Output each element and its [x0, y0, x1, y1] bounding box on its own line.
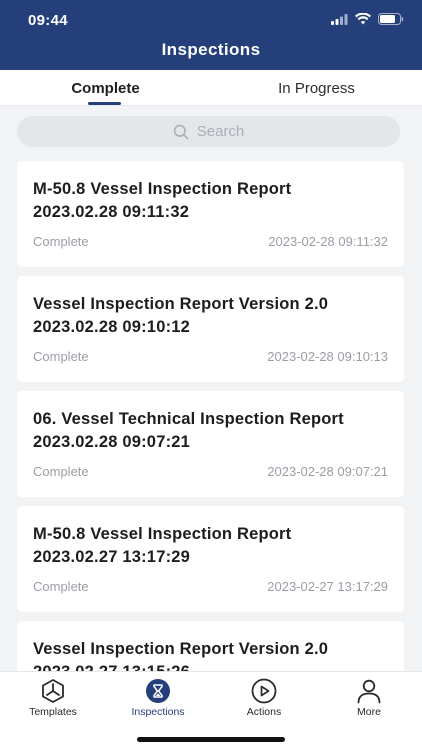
- templates-icon: [42, 679, 64, 703]
- card-status: Complete: [33, 234, 89, 249]
- app-header: 09:44 Inspections: [0, 0, 422, 70]
- nav-inspections[interactable]: Inspections: [113, 678, 203, 718]
- card-subtitle: 2023.02.28 09:11:32: [33, 203, 190, 221]
- card-timestamp: 2023-02-28 09:07:21: [267, 464, 388, 479]
- card-timestamp: 2023-02-28 09:10:13: [267, 349, 388, 364]
- status-bar: 09:44: [0, 0, 422, 40]
- nav-label: Templates: [29, 706, 77, 718]
- search-icon: [173, 124, 189, 139]
- nav-label: Actions: [246, 706, 282, 718]
- card-title: Vessel Inspection Report Version 2.0: [33, 640, 329, 658]
- search-input[interactable]: Search: [17, 116, 400, 147]
- card-status: Complete: [33, 579, 89, 594]
- tab-complete[interactable]: Complete: [0, 80, 211, 97]
- card-title: M-50.8 Vessel Inspection Report: [33, 525, 292, 543]
- card-status: Complete: [33, 349, 89, 364]
- inspection-list: M-50.8 Vessel Inspection Report 2023.02.…: [17, 161, 404, 736]
- card-subtitle: 2023.02.28 09:07:21: [33, 433, 191, 451]
- card-status: Complete: [33, 464, 89, 479]
- play-circle-icon: [251, 678, 277, 704]
- tab-bar: Complete In Progress: [0, 70, 422, 106]
- nav-templates[interactable]: Templates: [8, 678, 98, 718]
- status-time: 09:44: [28, 12, 68, 29]
- nav-label: Inspections: [131, 706, 185, 718]
- signal-icon: [331, 13, 348, 25]
- card-title: M-50.8 Vessel Inspection Report: [33, 180, 292, 198]
- card-title: Vessel Inspection Report Version 2.0: [33, 295, 329, 313]
- card-subtitle: 2023.02.28 09:10:12: [33, 318, 191, 336]
- card-title: 06. Vessel Technical Inspection Report: [33, 410, 344, 428]
- active-tab-indicator: [88, 102, 121, 105]
- person-icon: [357, 679, 381, 704]
- inspection-card[interactable]: Vessel Inspection Report Version 2.0 202…: [17, 276, 404, 382]
- battery-icon: [378, 13, 404, 25]
- wifi-icon: [355, 13, 371, 25]
- home-indicator: [137, 737, 285, 742]
- card-timestamp: 2023-02-28 09:11:32: [268, 234, 388, 249]
- nav-more[interactable]: More: [324, 678, 414, 718]
- hourglass-icon: [146, 679, 170, 703]
- search-placeholder: Search: [196, 123, 245, 140]
- card-timestamp: 2023-02-27 13:17:29: [267, 579, 388, 594]
- inspection-card[interactable]: M-50.8 Vessel Inspection Report 2023.02.…: [17, 161, 404, 267]
- nav-actions[interactable]: Actions: [219, 678, 309, 718]
- status-icons: [331, 13, 404, 25]
- nav-label: More: [357, 706, 381, 718]
- tab-in-progress[interactable]: In Progress: [211, 80, 422, 97]
- page-title: Inspections: [161, 40, 261, 59]
- inspection-card[interactable]: M-50.8 Vessel Inspection Report 2023.02.…: [17, 506, 404, 612]
- card-subtitle: 2023.02.27 13:17:29: [33, 548, 191, 566]
- inspection-card[interactable]: 06. Vessel Technical Inspection Report 2…: [17, 391, 404, 497]
